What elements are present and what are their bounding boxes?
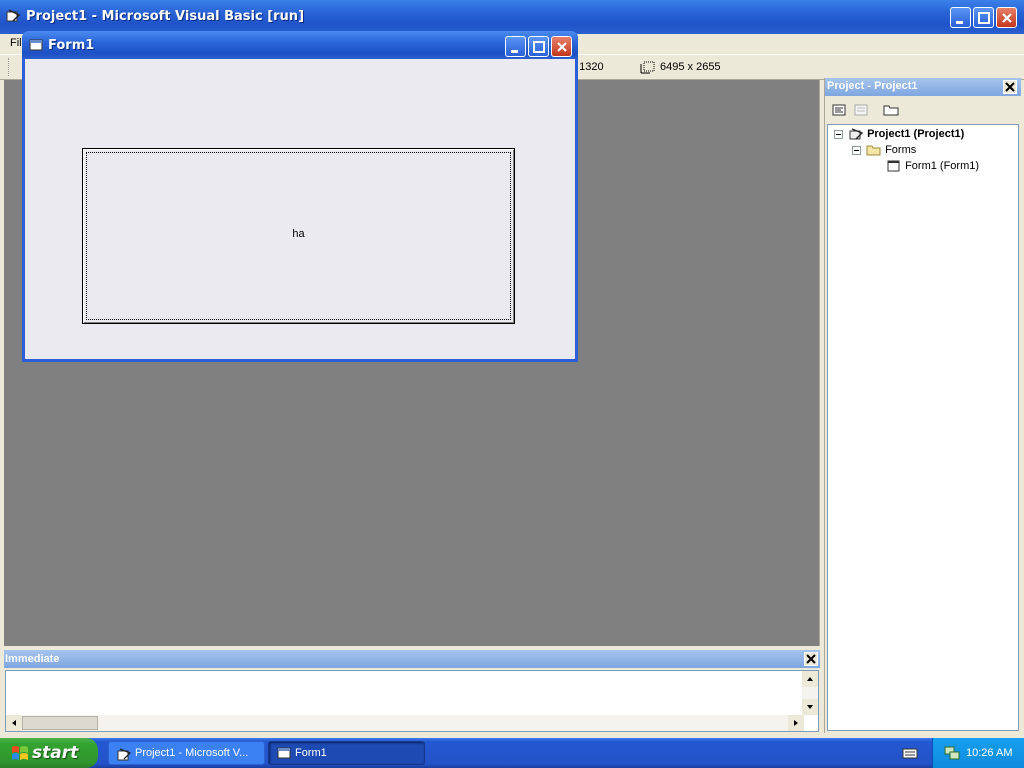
start-label: start	[32, 743, 79, 763]
project-panel-header[interactable]: Project - Project1	[825, 78, 1021, 96]
form1-close-button[interactable]	[551, 36, 572, 57]
tree-collapse-forms[interactable]	[852, 146, 861, 155]
immediate-window: Immediate	[4, 650, 820, 734]
scroll-right-icon[interactable]	[788, 715, 804, 731]
taskbar-button-form1[interactable]: Form1	[268, 741, 425, 765]
tree-label-form1: Form1 (Form1)	[905, 159, 980, 172]
toolbar-grip[interactable]	[8, 58, 11, 76]
horizontal-scroll-thumb[interactable]	[22, 716, 98, 730]
command-button-caption: ha	[292, 228, 305, 240]
vb-task-icon	[117, 747, 132, 764]
form1-title: Form1	[48, 38, 95, 53]
immediate-text-area[interactable]	[5, 670, 819, 732]
clock[interactable]: 10:26 AM	[966, 747, 1012, 759]
project-icon	[849, 128, 864, 140]
taskbar-button-vb[interactable]: Project1 - Microsoft V...	[108, 741, 265, 765]
main-close-button[interactable]	[996, 7, 1017, 28]
main-maximize-button[interactable]	[973, 7, 994, 28]
project-toolbar	[825, 96, 1021, 124]
project-panel-title: Project - Project1	[827, 80, 918, 92]
windows-flag-icon	[11, 745, 29, 765]
tree-label-forms: Forms	[885, 143, 917, 156]
vb-app-icon[interactable]	[6, 9, 21, 23]
immediate-header[interactable]: Immediate	[4, 650, 820, 668]
form1-maximize-button[interactable]	[528, 36, 549, 57]
view-object-icon[interactable]	[851, 101, 871, 119]
main-minimize-button[interactable]	[950, 7, 971, 28]
view-code-icon[interactable]	[829, 101, 849, 119]
form-size-readout: 6495 x 2655	[660, 61, 721, 73]
form1-window-icon[interactable]	[29, 39, 43, 54]
form1-minimize-button[interactable]	[505, 36, 526, 57]
keyboard-icon[interactable]	[902, 746, 918, 763]
tree-collapse-project[interactable]	[834, 130, 843, 139]
scroll-left-icon[interactable]	[6, 715, 22, 731]
immediate-close-icon[interactable]	[804, 652, 818, 666]
immediate-horizontal-scrollbar[interactable]	[6, 715, 804, 731]
form-task-icon	[277, 747, 291, 762]
immediate-title: Immediate	[5, 653, 60, 665]
tree-node-forms[interactable]: Forms	[866, 143, 916, 157]
immediate-vertical-scrollbar[interactable]	[802, 671, 818, 715]
project-tree: Project1 (Project1) Forms Form1 (Form1)	[827, 124, 1019, 731]
project-panel-close-icon[interactable]	[1003, 80, 1017, 94]
form1-title-bar[interactable]: Form1	[22, 31, 578, 59]
size-icon	[640, 59, 656, 78]
toggle-folders-icon[interactable]	[881, 101, 901, 119]
taskbar-label-vb: Project1 - Microsoft V...	[135, 747, 249, 759]
taskbar-label-form1: Form1	[295, 747, 327, 759]
command-button[interactable]: ha	[82, 148, 515, 324]
tree-node-project[interactable]: Project1 (Project1)	[848, 127, 964, 141]
project-explorer-panel: Project - Project1 Project1 (Project1) F…	[824, 78, 1021, 733]
scroll-down-icon[interactable]	[802, 699, 818, 715]
folder-icon	[866, 145, 881, 156]
menu-file[interactable]: Fil	[10, 37, 22, 49]
network-icon[interactable]	[943, 745, 961, 764]
form-icon	[887, 160, 900, 172]
tree-node-form1[interactable]: Form1 (Form1)	[886, 159, 979, 173]
form1-window: Form1 ha	[22, 31, 578, 362]
tree-label-project: Project1 (Project1)	[867, 127, 965, 140]
main-title-bar[interactable]: Project1 - Microsoft Visual Basic [run]	[0, 0, 1024, 34]
start-button[interactable]: start	[0, 738, 98, 768]
main-window-title: Project1 - Microsoft Visual Basic [run]	[26, 9, 305, 24]
system-tray: 10:26 AM	[932, 738, 1024, 768]
scroll-up-icon[interactable]	[802, 671, 818, 687]
taskbar: start Project1 - Microsoft V... Form1 10…	[0, 738, 1024, 768]
